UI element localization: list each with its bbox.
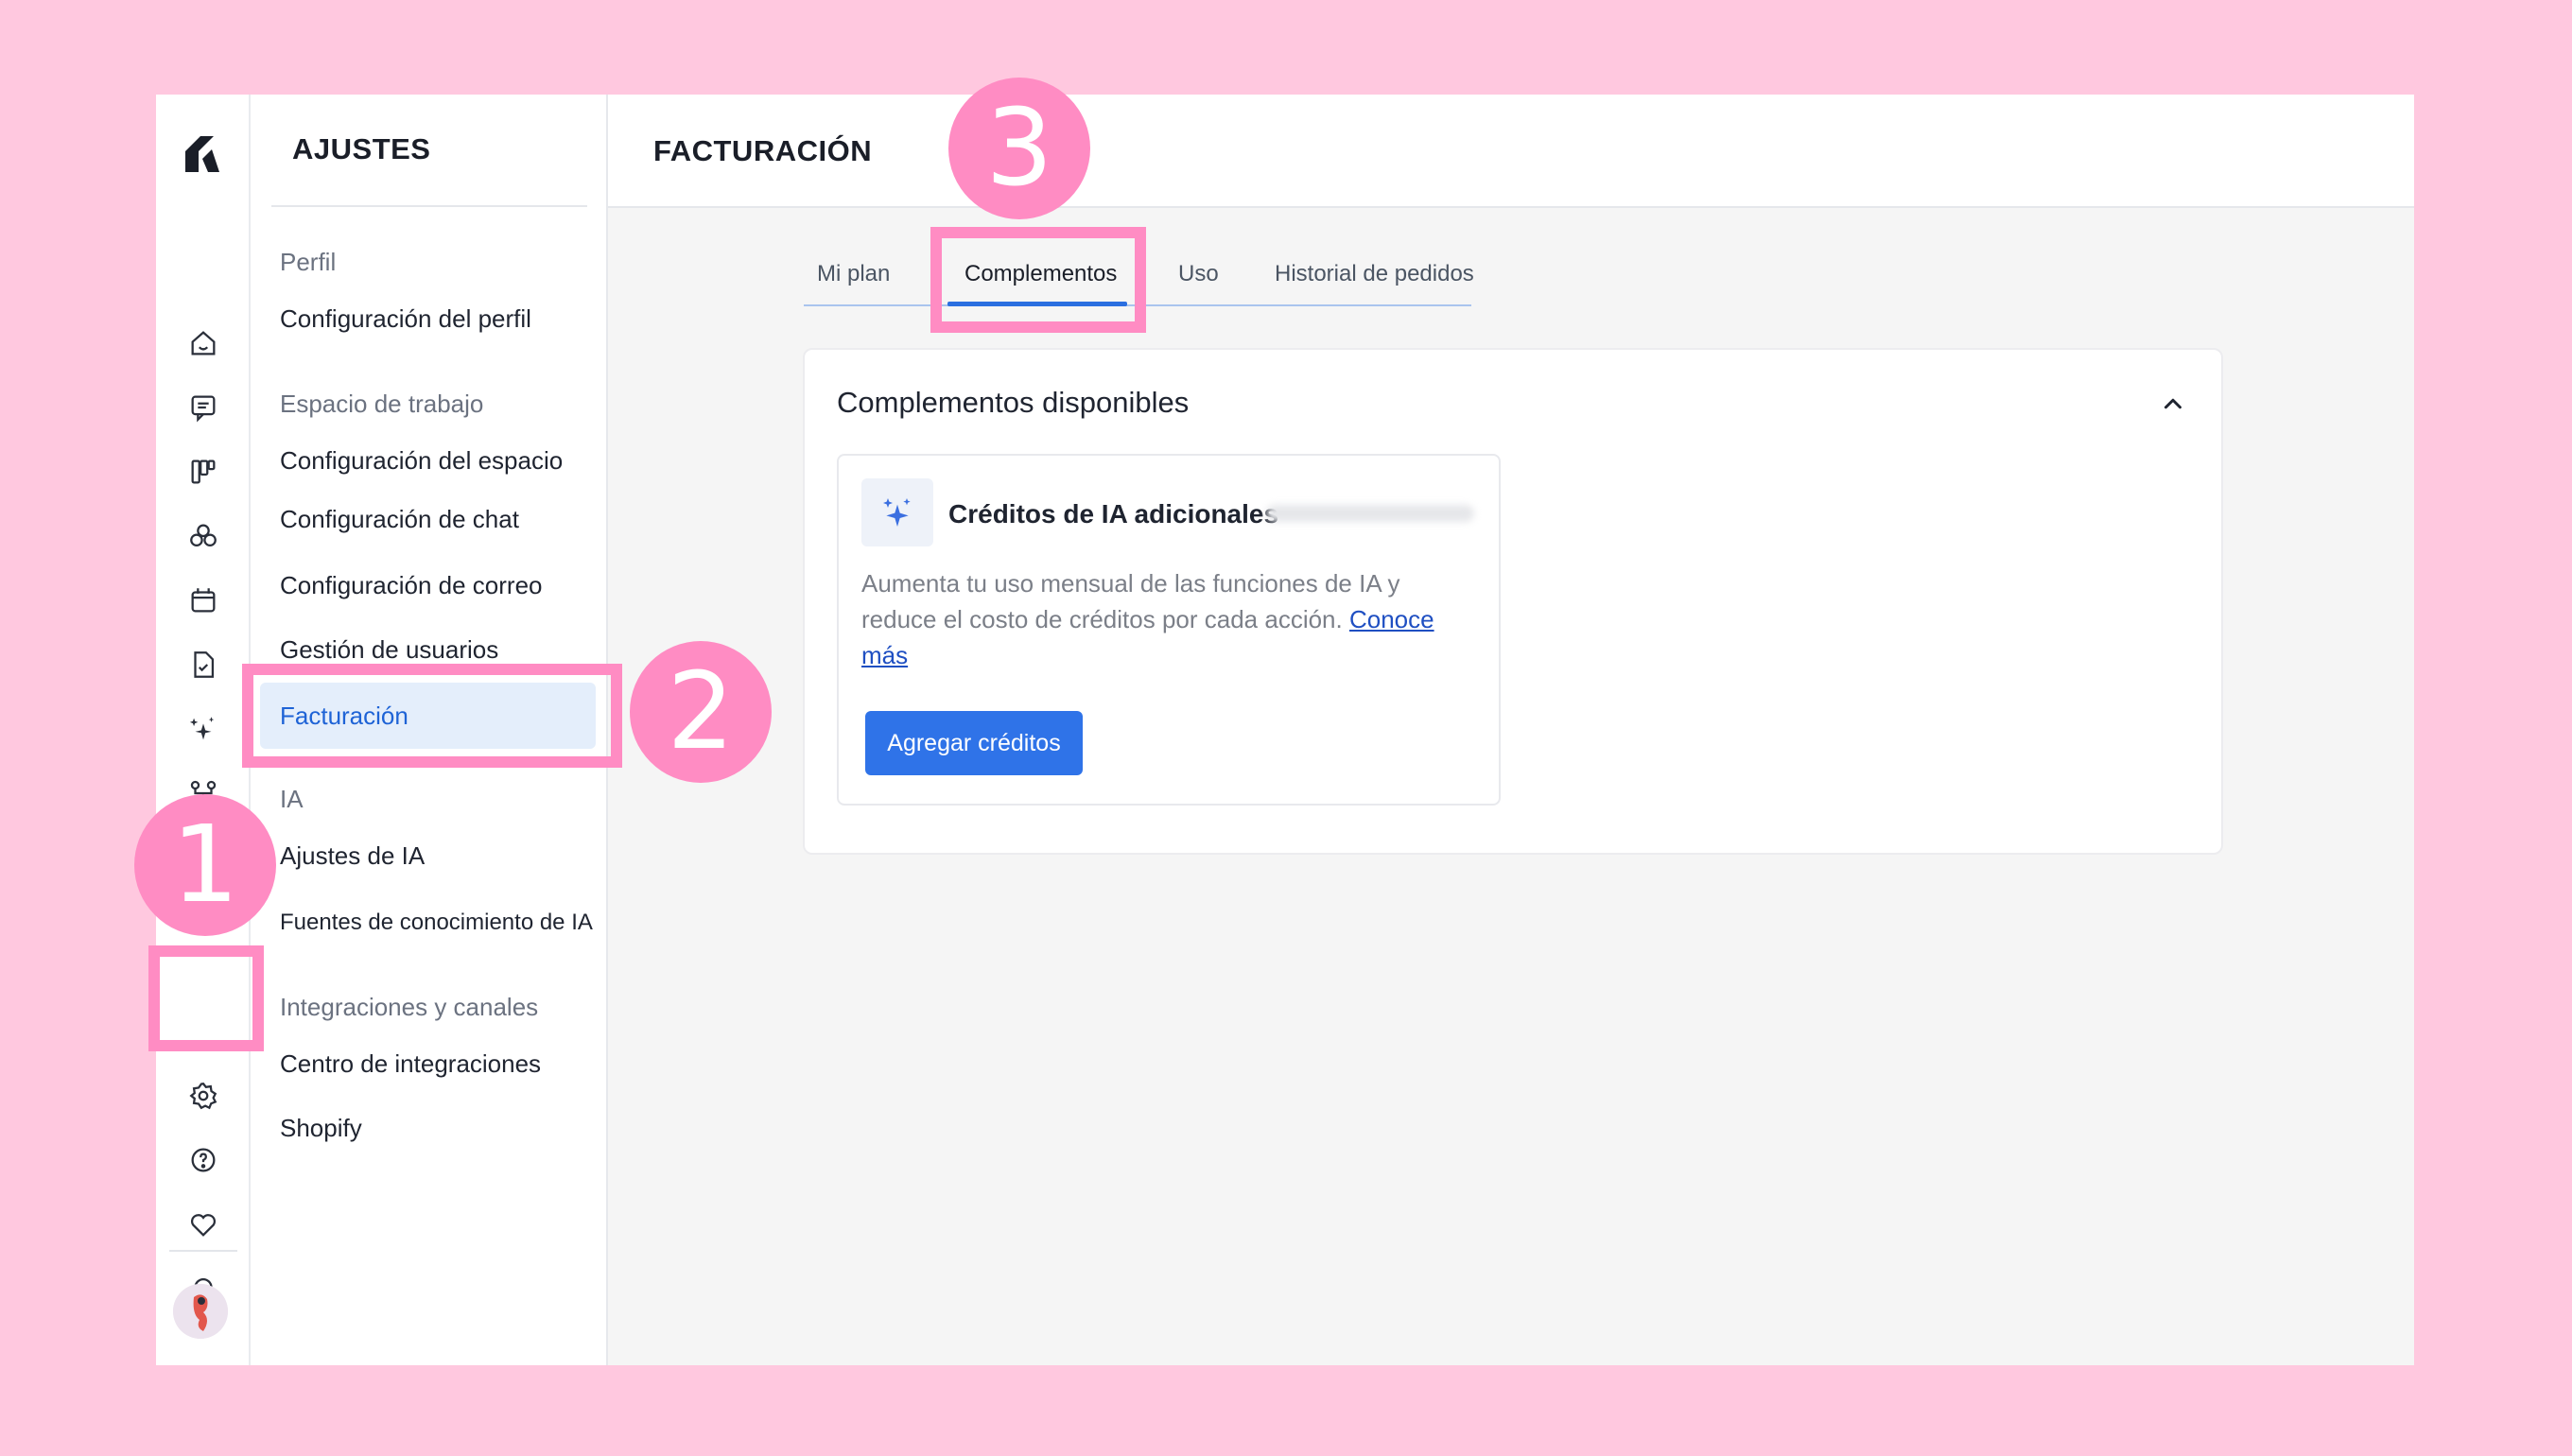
sidebar-item-space-config[interactable]: Configuración del espacio <box>280 446 563 476</box>
highlight-billing-item <box>242 664 622 768</box>
sidebar-item-integration-center[interactable]: Centro de integraciones <box>280 1049 541 1079</box>
home-icon[interactable] <box>185 325 221 361</box>
avatar[interactable] <box>173 1284 228 1339</box>
heart-icon[interactable] <box>185 1206 221 1242</box>
panel-title: Complementos disponibles <box>837 386 1190 419</box>
page-title: FACTURACIÓN <box>653 134 873 167</box>
settings-gear-icon[interactable] <box>185 1078 221 1114</box>
card-title: Créditos de IA adicionales <box>948 499 1279 529</box>
sidebar-item-user-management[interactable]: Gestión de usuarios <box>280 635 498 665</box>
sidebar-item-ai-settings[interactable]: Ajustes de IA <box>280 841 425 871</box>
main-content: FACTURACIÓN Mi plan Complementos Uso His… <box>608 95 2414 1365</box>
sidebar-item-profile-config[interactable]: Configuración del perfil <box>280 304 531 334</box>
sparkle-icon <box>861 478 933 546</box>
step-badge-2: 2 <box>630 641 772 783</box>
logo-icon[interactable] <box>180 130 225 176</box>
tab-order-history[interactable]: Historial de pedidos <box>1275 261 1474 287</box>
document-icon[interactable] <box>185 647 221 683</box>
tab-usage[interactable]: Uso <box>1178 261 1219 287</box>
add-credits-button[interactable]: Agregar créditos <box>865 711 1083 775</box>
tab-my-plan[interactable]: Mi plan <box>817 261 890 287</box>
blurred-price <box>1266 505 1474 522</box>
highlight-settings-icon <box>148 945 264 1051</box>
chat-icon[interactable] <box>185 390 221 425</box>
highlight-addons-tab <box>930 227 1146 333</box>
group-ai: IA <box>280 785 304 813</box>
settings-title: AJUSTES <box>292 132 431 165</box>
board-icon[interactable] <box>185 454 221 490</box>
calendar-icon[interactable] <box>185 582 221 618</box>
top-bar: FACTURACIÓN <box>608 95 2414 208</box>
icon-rail <box>156 95 251 1365</box>
sidebar-item-shopify[interactable]: Shopify <box>280 1114 362 1143</box>
card-description: Aumenta tu uso mensual de las funciones … <box>861 569 1434 669</box>
group-workspace: Espacio de trabajo <box>280 390 484 418</box>
contacts-icon[interactable] <box>185 518 221 554</box>
sidebar-item-mail-config[interactable]: Configuración de correo <box>280 571 543 600</box>
sidebar-item-chat-config[interactable]: Configuración de chat <box>280 505 519 534</box>
help-icon[interactable] <box>185 1142 221 1178</box>
step-badge-3: 3 <box>948 78 1090 219</box>
step-badge-1: 1 <box>134 794 276 936</box>
group-profile: Perfil <box>280 248 337 276</box>
group-integrations: Integraciones y canales <box>280 993 539 1021</box>
ai-credits-card: Créditos de IA adicionales Aumenta tu us… <box>837 454 1501 806</box>
sidebar-item-ai-sources[interactable]: Fuentes de conocimiento de IA <box>280 910 593 936</box>
ai-sparkle-icon[interactable] <box>185 711 221 747</box>
addons-panel: Complementos disponibles Créditos de IA … <box>803 348 2223 855</box>
chevron-up-icon[interactable] <box>2159 390 2187 418</box>
